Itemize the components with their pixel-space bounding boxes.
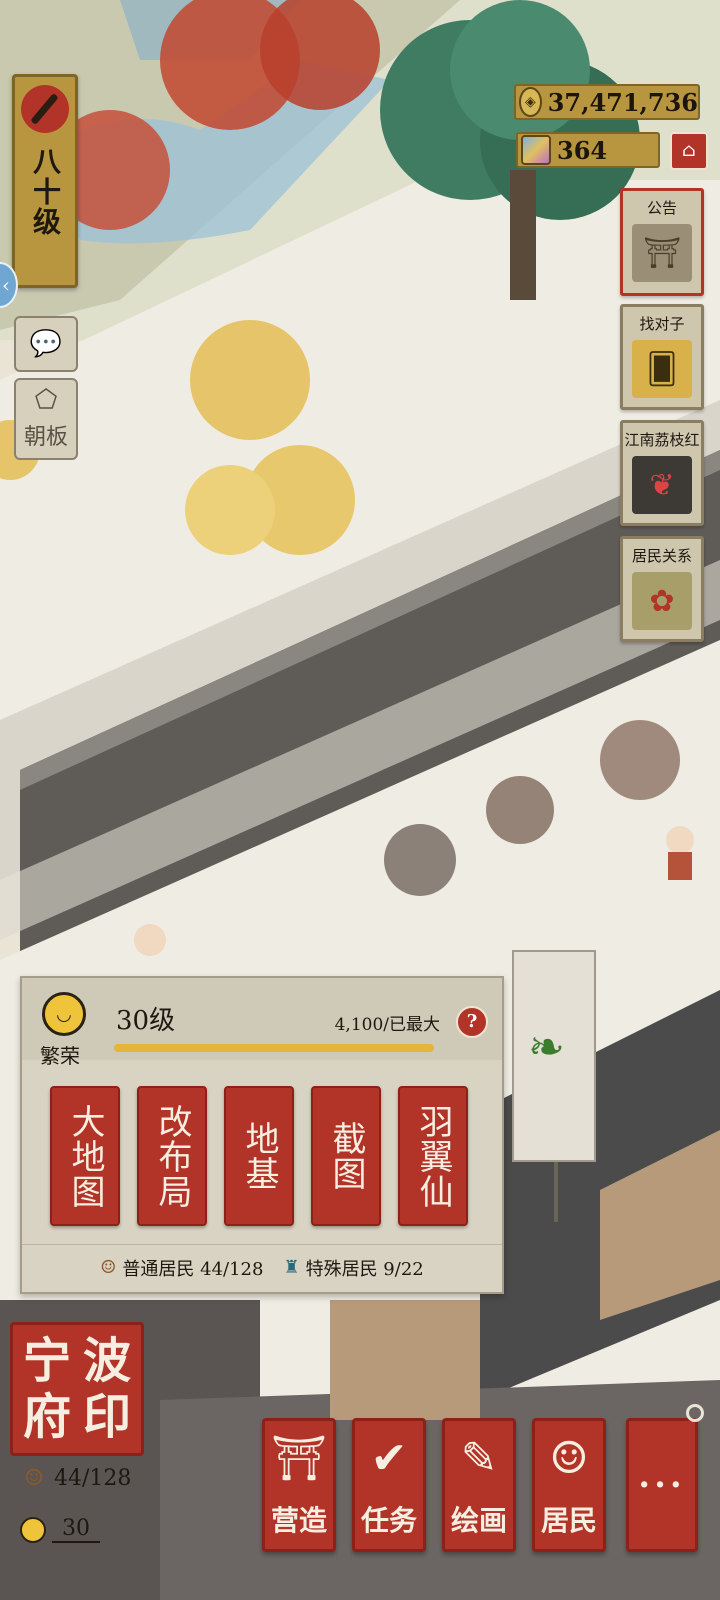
prosperity-panel: ◡ 繁荣 30级 4,100/已最大 ? 大地图 改布局 地基 截图 羽翼仙 ☺…: [20, 976, 504, 1294]
event-notice[interactable]: 公告 ⛩: [620, 188, 704, 296]
city-seal[interactable]: 宁 波 府 印: [10, 1322, 144, 1456]
prosperity-value: 4,100/已最大: [334, 1015, 440, 1035]
ring-icon: [686, 1404, 704, 1422]
edit-layout-button[interactable]: 改布局: [137, 1086, 207, 1226]
court-board-icon: ⬠: [34, 385, 58, 415]
prosperity-label: 繁荣: [40, 1044, 80, 1068]
copper-coin-icon: ◈: [519, 87, 542, 117]
building-icon: ⛩: [271, 1433, 327, 1484]
common-resident-icon: ☺: [100, 1257, 117, 1278]
prosperity-small-icon: [20, 1516, 46, 1543]
resident-summary: ☺ 普通居民 44/128 ♜ 特殊居民 9/22: [22, 1244, 502, 1290]
more-button[interactable]: ···: [626, 1418, 698, 1552]
painting-label: 绘画: [450, 1504, 507, 1537]
coin-counter[interactable]: ◈ 37,471,736: [514, 84, 700, 120]
residents-label: 居民: [540, 1504, 597, 1537]
brush-icon: [21, 85, 69, 133]
prosperity-smiley-icon: ◡: [42, 992, 86, 1036]
court-board-button[interactable]: ⬠ 朝板: [14, 378, 78, 460]
city-prosperity: 30: [20, 1516, 100, 1543]
chat-icon: 💬: [29, 329, 63, 359]
city-population-value: 44/128: [54, 1466, 132, 1491]
seal-char-4: 印: [82, 1389, 131, 1445]
world-map-button[interactable]: 大地图: [50, 1086, 120, 1226]
more-icon: ···: [638, 1465, 686, 1505]
banner-emblem-icon: ❧: [528, 1022, 565, 1073]
event-litchi[interactable]: 江南荔枝红 ❦: [620, 420, 704, 526]
knot-icon: ✿: [632, 572, 692, 630]
special-residents: ♜ 特殊居民 9/22: [283, 1255, 423, 1281]
resident-icon: ☺: [24, 1466, 44, 1491]
build-label: 营造: [270, 1504, 327, 1537]
city-population: ☺ 44/128: [20, 1466, 131, 1491]
special-residents-count: 特殊居民 9/22: [305, 1258, 424, 1280]
event-litchi-label: 江南荔枝红: [624, 431, 700, 449]
resident-icon: ☺: [549, 1433, 589, 1484]
common-residents-count: 普通居民 44/128: [122, 1258, 264, 1280]
shop-icon[interactable]: ⌂: [670, 132, 708, 170]
event-relations-label: 居民关系: [631, 547, 692, 565]
coin-amount: 37,471,736: [547, 87, 698, 117]
residents-button[interactable]: ☺ 居民: [532, 1418, 606, 1552]
screenshot-button[interactable]: 截图: [311, 1086, 381, 1226]
prosperity-progress-fill: [114, 1044, 434, 1052]
player-level-label: 八十级: [29, 147, 62, 237]
jade-counter[interactable]: 364: [516, 132, 660, 168]
prosperity-level: 30级: [116, 1006, 176, 1036]
winged-immortal-button[interactable]: 羽翼仙: [398, 1086, 468, 1226]
seal-char-2: 波: [82, 1333, 131, 1389]
foundation-button[interactable]: 地基: [224, 1086, 294, 1226]
build-button[interactable]: ⛩ 营造: [262, 1418, 336, 1552]
task-book-icon: ✔: [370, 1433, 408, 1484]
clan-banner: ❧: [512, 950, 596, 1222]
event-match-pairs[interactable]: 找对子 🂠: [620, 304, 704, 410]
seal-char-3: 府: [22, 1389, 71, 1445]
jade-icon: [521, 135, 551, 165]
gate-icon: ⛩: [632, 224, 692, 282]
special-resident-icon: ♜: [283, 1257, 300, 1278]
event-notice-label: 公告: [646, 199, 677, 217]
scroll-icon: ✎: [460, 1433, 498, 1484]
common-residents: ☺ 普通居民 44/128: [100, 1255, 263, 1281]
seal-char-1: 宁: [22, 1333, 71, 1389]
task-button[interactable]: ✔ 任务: [352, 1418, 426, 1552]
jade-amount: 364: [557, 135, 608, 165]
chat-button[interactable]: 💬: [14, 316, 78, 372]
match-cards-icon: 🂠: [632, 340, 692, 398]
court-board-label: 朝板: [23, 425, 68, 450]
prosperity-progress-bar: [114, 1044, 434, 1052]
event-resident-relations[interactable]: 居民关系 ✿: [620, 536, 704, 642]
player-level-badge[interactable]: 八十级: [12, 74, 78, 288]
help-button[interactable]: ?: [456, 1006, 488, 1038]
litchi-icon: ❦: [632, 456, 692, 514]
painting-button[interactable]: ✎ 绘画: [442, 1418, 516, 1552]
event-match-label: 找对子: [639, 315, 685, 333]
task-label: 任务: [360, 1504, 417, 1537]
city-prosperity-value: 30: [52, 1516, 100, 1543]
